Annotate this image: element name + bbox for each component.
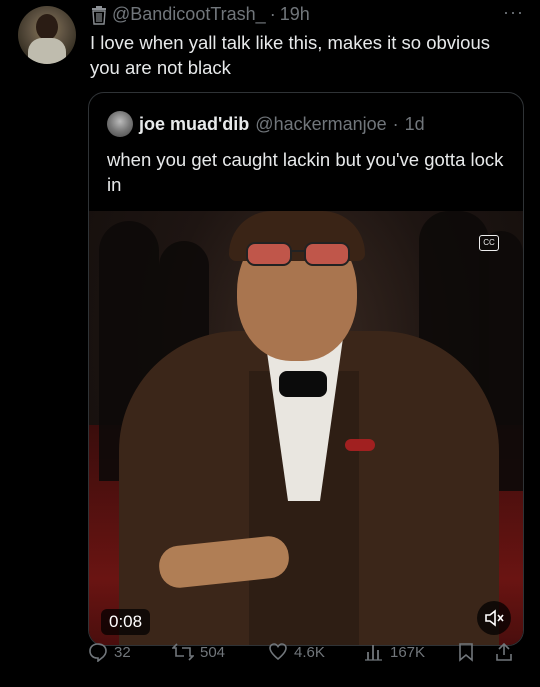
view-count: 167K (390, 643, 426, 661)
tweet-text: I love when yall talk like this, makes i… (90, 32, 490, 78)
like-count: 4.6K (294, 643, 325, 661)
video-timestamp: 0:08 (101, 609, 151, 635)
mute-button[interactable] (477, 601, 511, 635)
heart-icon (269, 643, 287, 661)
avatar-body (28, 38, 66, 64)
bookmark-button[interactable] (456, 642, 476, 662)
bow-tie (279, 371, 327, 397)
quoted-time-separator: · (392, 113, 399, 134)
quoted-time[interactable]: 1d (405, 114, 425, 135)
video-player[interactable]: CC 0:08 (89, 211, 523, 645)
quoted-text: when you get caught lackin but you've go… (107, 149, 504, 195)
share-button[interactable] (494, 642, 514, 662)
share-icon (496, 642, 512, 661)
views-icon (365, 645, 382, 661)
quoted-avatar[interactable] (107, 111, 133, 137)
quoted-header: joe muad'dib @hackermanjoe · 1d (107, 111, 425, 137)
quoted-author-handle[interactable]: @hackermanjoe (255, 114, 386, 135)
tweet-time[interactable]: 19h (280, 4, 310, 25)
closed-captions-icon[interactable]: CC (479, 235, 499, 251)
quoted-author-name[interactable]: joe muad'dib (139, 114, 249, 135)
more-options-button[interactable]: ··· (503, 2, 524, 23)
repost-count: 504 (200, 643, 226, 661)
time-separator: · (269, 4, 276, 24)
reply-count: 32 (114, 643, 131, 661)
like-button[interactable]: 4.6K (268, 642, 325, 662)
lapel-pin (345, 439, 375, 451)
repost-button[interactable]: 504 (172, 642, 225, 662)
repost-icon (172, 643, 194, 661)
author-handle[interactable]: @BandicootTrash_ (112, 4, 266, 25)
sunglasses (246, 242, 350, 266)
speaker-muted-icon (485, 609, 504, 627)
avatar-head (36, 14, 58, 40)
reply-icon (89, 643, 107, 662)
author-avatar[interactable] (18, 6, 76, 64)
trash-can-icon (92, 5, 106, 25)
tweet-header: @BandicootTrash_ · 19h (90, 4, 310, 25)
reply-button[interactable]: 32 (88, 642, 131, 662)
quoted-tweet[interactable]: joe muad'dib @hackermanjoe · 1d when you… (88, 92, 524, 646)
views-button[interactable]: 167K (364, 642, 425, 662)
bookmark-icon (459, 643, 473, 662)
